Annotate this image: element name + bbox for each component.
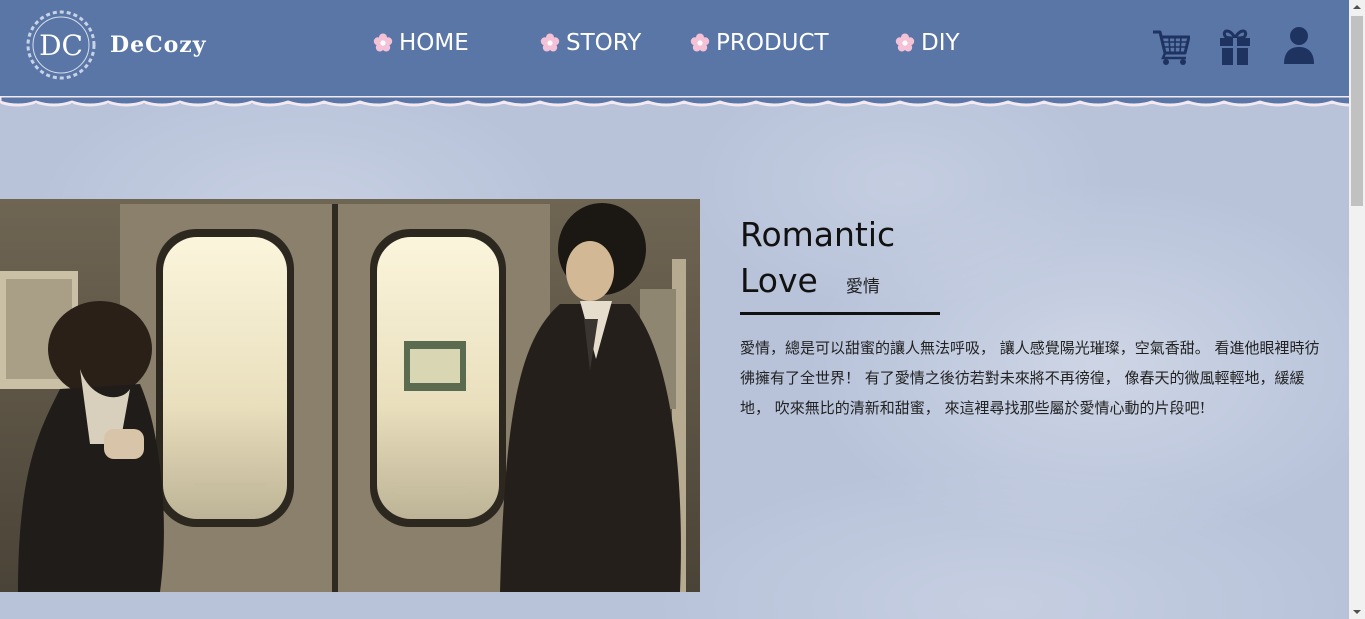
nav-story[interactable]: STORY: [540, 30, 641, 56]
cart-icon[interactable]: [1152, 26, 1190, 66]
site-header: DC DeCozy HOME STORY PRODUCT DIY: [0, 0, 1349, 104]
nav-diy[interactable]: DIY: [895, 30, 960, 56]
user-icon[interactable]: [1282, 26, 1316, 66]
story-section: Romantic Love 愛情 愛情，總是可以甜蜜的讓人無法呼吸， 讓人感覺陽…: [740, 212, 1320, 423]
header-scallop-border: [0, 96, 1349, 107]
scrollbar-thumb[interactable]: [1351, 16, 1363, 206]
title-line-1: Romantic: [740, 215, 896, 254]
flower-icon: [373, 33, 393, 52]
logo-mark-icon: DC: [26, 10, 96, 80]
scroll-up-arrow-icon[interactable]: [1349, 0, 1365, 14]
brand-name: DeCozy: [110, 32, 207, 58]
flower-icon: [690, 33, 710, 52]
train-scene-image: [0, 199, 700, 592]
nav-story-label: STORY: [566, 30, 642, 56]
section-subtitle: 愛情: [845, 277, 880, 297]
flower-icon: [895, 33, 915, 52]
nav-home[interactable]: HOME: [373, 30, 469, 56]
scene-photo: [0, 199, 700, 592]
nav-home-label: HOME: [399, 30, 469, 56]
nav-product[interactable]: PRODUCT: [690, 30, 829, 56]
nav-diy-label: DIY: [921, 30, 960, 56]
brand-logo[interactable]: DC DeCozy: [24, 8, 207, 82]
scroll-down-arrow-icon[interactable]: [1349, 605, 1365, 619]
vertical-scrollbar[interactable]: [1349, 0, 1365, 619]
title-line-2-wrap: Love 愛情: [740, 258, 1320, 310]
title-line-2: Love: [740, 261, 818, 300]
section-title: Romantic Love 愛情: [740, 212, 1320, 310]
section-description: 愛情，總是可以甜蜜的讓人無法呼吸， 讓人感覺陽光璀璨，空氣香甜。 看進他眼裡時彷…: [740, 339, 1320, 417]
title-underline: [740, 312, 940, 315]
gift-icon[interactable]: [1218, 26, 1252, 66]
flower-icon: [540, 33, 560, 52]
nav-product-label: PRODUCT: [716, 30, 829, 56]
logo-monogram: DC: [39, 29, 83, 62]
